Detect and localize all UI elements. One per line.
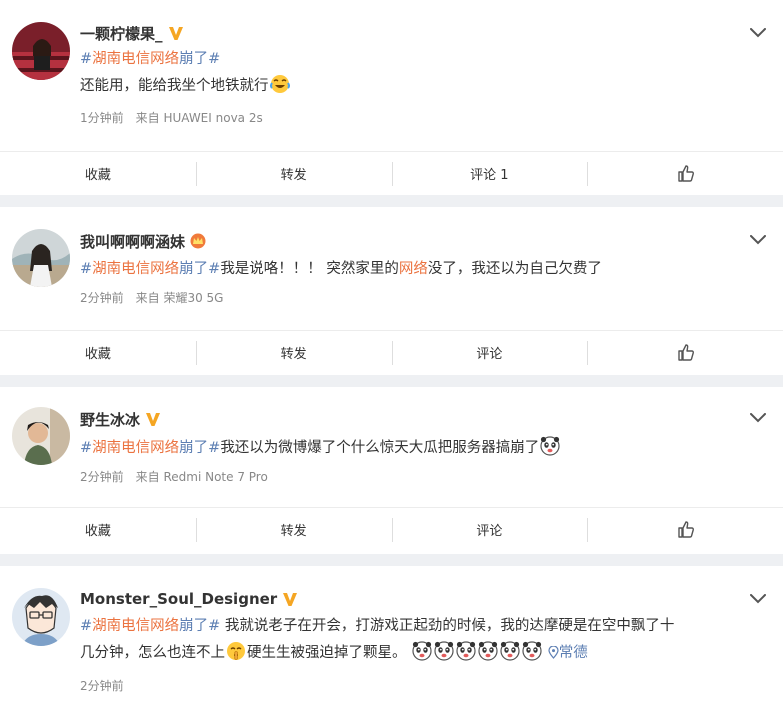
like-button[interactable] (587, 152, 783, 195)
post-source: 来自 HUAWEI nova 2s (135, 111, 263, 125)
post-card: 一颗柠檬果_ #湖南电信网络崩了# 还能用，能给我坐个地铁就行 1分钟前 来自 H… (0, 0, 783, 195)
panda-emoji (434, 641, 454, 661)
post-body-line2-rest: 硬生生被强迫掉了颗星。 (247, 645, 407, 661)
post-time[interactable]: 2分钟前 (80, 470, 124, 484)
username[interactable]: 野生冰冰 (80, 409, 140, 430)
post-source: 来自 荣耀30 5G (135, 291, 224, 305)
action-bar: 收藏 转发 评论 1 (0, 151, 783, 195)
comment-button[interactable]: 评论 (391, 508, 588, 551)
location-pin-icon (548, 645, 559, 659)
shush-emoji (226, 641, 246, 661)
emoji-trail (411, 641, 543, 661)
post-text: #湖南电信网络崩了# 我就说老子在开会，打游戏正起劲的时候，我的达摩硬是在空中飘… (80, 613, 757, 667)
post-text: #湖南电信网络崩了# 还能用，能给我坐个地铁就行 (80, 46, 757, 100)
username[interactable]: 我叫啊啊啊涵妹 (80, 231, 185, 252)
repost-button[interactable]: 转发 (195, 152, 392, 195)
post-time[interactable]: 1分钟前 (80, 111, 124, 125)
post-source: 来自 Redmi Note 7 Pro (135, 470, 268, 484)
avatar[interactable] (12, 229, 70, 287)
avatar[interactable] (12, 407, 70, 465)
panda-emoji (412, 641, 432, 661)
avatar[interactable] (12, 22, 70, 80)
post-card: 我叫啊啊啊涵妹 #湖南电信网络崩了#我是说咯！！！ 突然家里的网络没了，我还以为… (0, 207, 783, 375)
topic-link[interactable]: #湖南电信网络崩了# (80, 440, 220, 456)
panda-emoji (478, 641, 498, 661)
favorite-button[interactable]: 收藏 (0, 152, 196, 195)
thumbs-up-icon (677, 521, 694, 538)
comment-button[interactable]: 评论 1 (391, 152, 588, 195)
vip-v-icon (168, 27, 183, 40)
panda-emoji (540, 436, 561, 456)
crown-badge-icon (190, 233, 206, 249)
username-row: 野生冰冰 (80, 409, 161, 429)
username-row: Monster_Soul_Designer (80, 589, 298, 609)
post-time[interactable]: 2分钟前 (80, 679, 124, 693)
username-row: 一颗柠檬果_ (80, 23, 184, 43)
post-card: 野生冰冰 #湖南电信网络崩了#我还以为微博爆了个什么惊天大瓜把服务器搞崩了 2分… (0, 387, 783, 554)
post-body-rest: 没了，我还以为自己欠费了 (427, 261, 602, 277)
post-card: Monster_Soul_Designer #湖南电信网络崩了# 我就说老子在开… (0, 566, 783, 719)
location-link[interactable]: 常德 (548, 645, 588, 661)
username[interactable]: 一颗柠檬果_ (80, 23, 163, 44)
favorite-button[interactable]: 收藏 (0, 508, 196, 551)
thumbs-up-icon (677, 165, 694, 182)
panda-emoji (456, 641, 476, 661)
comment-button[interactable]: 评论 (391, 331, 588, 374)
favorite-button[interactable]: 收藏 (0, 331, 196, 374)
action-bar: 收藏 转发 评论 (0, 507, 783, 551)
post-meta: 2分钟前 来自 荣耀30 5G (80, 289, 223, 306)
post-body: 我还以为微博爆了个什么惊天大瓜把服务器搞崩了 (220, 440, 540, 456)
keyword-highlight: 网络 (398, 261, 428, 277)
thumbs-up-icon (677, 344, 694, 361)
post-time[interactable]: 2分钟前 (80, 291, 124, 305)
action-bar: 收藏 转发 评论 (0, 330, 783, 374)
post-text: #湖南电信网络崩了#我还以为微博爆了个什么惊天大瓜把服务器搞崩了 (80, 435, 757, 462)
username[interactable]: Monster_Soul_Designer (80, 590, 277, 608)
panda-emoji (522, 641, 542, 661)
post-body: 我是说咯！！！ 突然家里的 (220, 261, 399, 277)
avatar[interactable] (12, 588, 70, 646)
topic-link[interactable]: #湖南电信网络崩了# (80, 51, 220, 67)
post-text: #湖南电信网络崩了#我是说咯！！！ 突然家里的网络没了，我还以为自己欠费了 (80, 256, 757, 283)
post-meta: 2分钟前 (80, 677, 124, 694)
post-meta: 1分钟前 来自 HUAWEI nova 2s (80, 109, 263, 126)
vip-v-icon (283, 593, 298, 606)
chevron-down-icon[interactable] (750, 235, 766, 245)
post-meta: 2分钟前 来自 Redmi Note 7 Pro (80, 468, 268, 485)
panda-emoji (500, 641, 520, 661)
weibo-feed: 一颗柠檬果_ #湖南电信网络崩了# 还能用，能给我坐个地铁就行 1分钟前 来自 H… (0, 0, 783, 719)
repost-button[interactable]: 转发 (195, 331, 392, 374)
like-button[interactable] (587, 508, 783, 551)
chevron-down-icon[interactable] (750, 413, 766, 423)
post-body: 还能用，能给我坐个地铁就行 (80, 78, 269, 94)
username-row: 我叫啊啊啊涵妹 (80, 231, 206, 251)
chevron-down-icon[interactable] (750, 594, 766, 604)
chevron-down-icon[interactable] (750, 28, 766, 38)
topic-link[interactable]: #湖南电信网络崩了# (80, 618, 220, 634)
repost-button[interactable]: 转发 (195, 508, 392, 551)
like-button[interactable] (587, 331, 783, 374)
vip-v-icon (146, 413, 161, 426)
laugh-cry-emoji (269, 74, 290, 94)
topic-link[interactable]: #湖南电信网络崩了# (80, 261, 220, 277)
post-body-line2: 几分钟，怎么也连不上 (80, 645, 225, 661)
post-body: 我就说老子在开会，打游戏正起劲的时候，我的达摩硬是在空中飘了十 (220, 618, 675, 634)
